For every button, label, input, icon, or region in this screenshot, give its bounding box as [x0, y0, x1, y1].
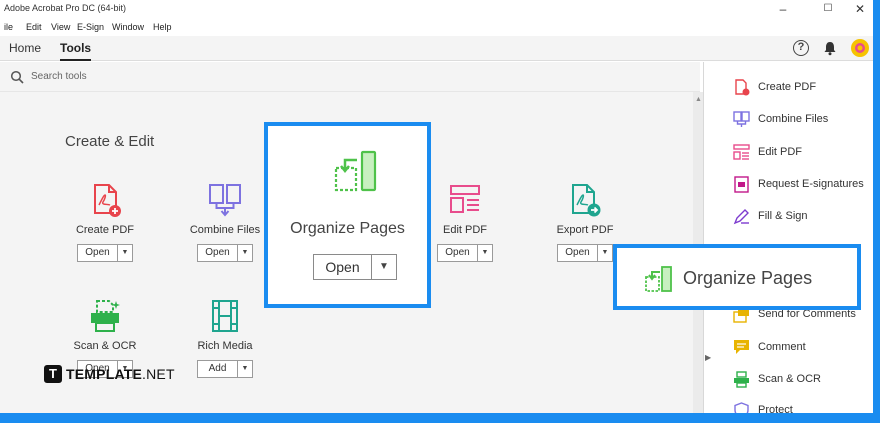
open-button-label: Open [85, 247, 110, 258]
panel-item-create-pdf[interactable]: Create PDF [733, 78, 868, 98]
panel-item-fill-sign[interactable]: Fill & Sign [733, 207, 868, 227]
acrobat-window: Adobe Acrobat Pro DC (64-bit) – ☐ ✕ ile … [0, 0, 873, 413]
tool-label: Combine Files [189, 224, 261, 236]
open-button[interactable]: Open ▼ [557, 244, 613, 262]
search-icon [10, 70, 24, 84]
panel-item-label: Edit PDF [758, 146, 803, 158]
avatar-icon[interactable] [851, 39, 869, 57]
tab-bar: Home Tools ? [0, 36, 873, 61]
tab-home[interactable]: Home [9, 41, 41, 55]
section-title: Create & Edit [65, 133, 155, 150]
scan-ocr-icon [734, 371, 749, 388]
open-button[interactable]: Open ▼ [313, 254, 397, 280]
organize-pages-highlight[interactable]: Organize Pages Open ▼ [264, 122, 431, 308]
tool-combine-files[interactable]: Combine Files Open ▼ [175, 183, 275, 262]
tool-label: Create PDF [75, 224, 135, 236]
panel-item-scan-ocr[interactable]: Scan & OCR [733, 370, 868, 390]
add-button-label: Add [208, 363, 227, 374]
panel-item-request-esign[interactable]: Request E-signatures [733, 175, 868, 195]
chevron-down-icon[interactable]: ▼ [371, 255, 396, 279]
panel-item-combine-files[interactable]: Combine Files [733, 110, 868, 130]
request-esign-icon [734, 176, 749, 193]
bell-icon[interactable] [822, 40, 838, 56]
template-watermark: T TEMPLATE.NET [44, 364, 175, 384]
organize-pages-callout[interactable]: Organize Pages [613, 244, 861, 310]
tool-label: Scan & OCR [73, 340, 137, 352]
rich-media-icon [212, 300, 238, 332]
create-pdf-icon [735, 79, 750, 96]
panel-item-edit-pdf[interactable]: Edit PDF [733, 143, 868, 163]
panel-item-protect[interactable]: Protect [733, 401, 868, 413]
chevron-down-icon[interactable]: ▼ [117, 245, 132, 261]
protect-icon [734, 402, 749, 413]
open-button[interactable]: Open ▼ [197, 244, 253, 262]
watermark-text: TEMPLATE.NET [66, 366, 175, 382]
menu-file[interactable]: ile [4, 22, 13, 32]
menu-edit[interactable]: Edit [26, 22, 42, 32]
combine-files-icon [209, 184, 241, 217]
create-pdf-icon [94, 184, 121, 217]
open-button-label: Open [565, 247, 590, 258]
open-button-label: Open [445, 247, 470, 258]
minimize-button[interactable]: – [770, 0, 796, 18]
window-title: Adobe Acrobat Pro DC (64-bit) [4, 3, 127, 13]
panel-item-label: Request E-signatures [758, 178, 864, 190]
title-bar: Adobe Acrobat Pro DC (64-bit) – ☐ ✕ [0, 0, 873, 19]
panel-item-label: Combine Files [758, 113, 829, 125]
edit-pdf-icon [450, 185, 480, 213]
search-bar[interactable]: Search tools [0, 62, 700, 92]
export-pdf-icon [572, 184, 601, 217]
tool-label: Rich Media [197, 340, 253, 352]
chevron-down-icon[interactable]: ▼ [237, 245, 252, 261]
panel-item-label: Create PDF [758, 81, 817, 93]
chevron-down-icon[interactable]: ▼ [237, 361, 252, 377]
panel-item-label: Comment [758, 341, 806, 353]
maximize-button[interactable]: ☐ [815, 0, 841, 18]
open-button-label: Open [325, 259, 360, 275]
add-button[interactable]: Add ▼ [197, 360, 253, 378]
chevron-down-icon[interactable]: ▼ [477, 245, 492, 261]
menu-window[interactable]: Window [112, 22, 144, 32]
combine-files-icon [733, 111, 750, 127]
tab-tools[interactable]: Tools [60, 41, 92, 61]
chevron-down-icon[interactable]: ▼ [597, 245, 612, 261]
organize-pages-icon [334, 150, 377, 192]
tool-create-pdf[interactable]: Create PDF Open ▼ [55, 183, 155, 262]
panel-item-comment[interactable]: Comment [733, 338, 868, 358]
panel-item-label: Fill & Sign [758, 210, 808, 222]
edit-pdf-icon [733, 144, 750, 160]
menu-bar: ile Edit View E-Sign Window Help [0, 19, 873, 36]
tool-label: Export PDF [556, 224, 614, 236]
search-input[interactable]: Search tools [31, 71, 87, 82]
panel-item-label: Scan & OCR [758, 373, 821, 385]
organize-pages-icon [645, 266, 672, 292]
tool-rich-media[interactable]: Rich Media Add ▼ [175, 299, 275, 378]
collapse-panel-arrow[interactable]: ▶ [705, 353, 711, 362]
organize-pages-callout-label: Organize Pages [683, 268, 813, 288]
open-button[interactable]: Open ▼ [437, 244, 493, 262]
template-logo-icon: T [44, 365, 62, 383]
menu-view[interactable]: View [51, 22, 70, 32]
panel-item-label: Protect [758, 404, 793, 413]
fill-sign-icon [733, 209, 749, 225]
scan-ocr-icon [91, 300, 120, 332]
scroll-up-arrow[interactable]: ▲ [695, 96, 702, 103]
watermark-suffix: .NET [142, 366, 175, 382]
watermark-brand: TEMPLATE [66, 366, 143, 382]
open-button-label: Open [205, 247, 230, 258]
comment-icon [734, 340, 749, 354]
menu-help[interactable]: Help [153, 22, 172, 32]
organize-pages-label: Organize Pages [290, 220, 405, 237]
open-button[interactable]: Open ▼ [77, 244, 133, 262]
close-button[interactable]: ✕ [847, 0, 873, 18]
menu-esign[interactable]: E-Sign [77, 22, 104, 32]
help-icon[interactable]: ? [793, 40, 809, 56]
